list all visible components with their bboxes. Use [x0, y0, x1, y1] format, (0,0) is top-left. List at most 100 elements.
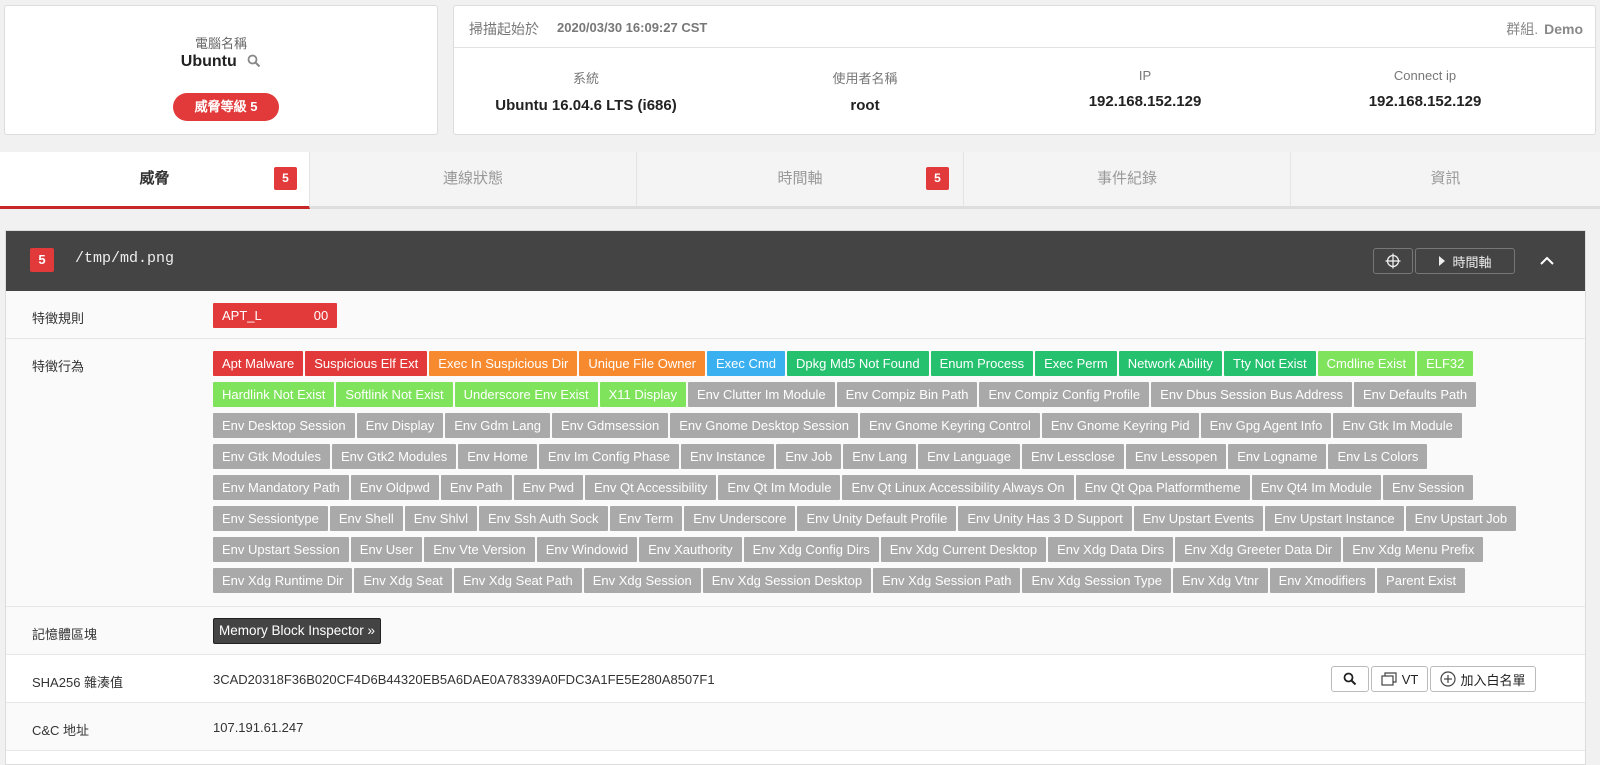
behavior-tag[interactable]: Env Shell: [329, 506, 403, 531]
behavior-tag[interactable]: Env Job: [776, 444, 842, 469]
behavior-tag[interactable]: Env Gtk Modules: [213, 444, 330, 469]
behavior-tag[interactable]: Hardlink Not Exist: [213, 382, 335, 407]
behavior-tag[interactable]: Env Unity Default Profile: [797, 506, 957, 531]
behavior-tag[interactable]: Env Xdg Greeter Data Dir: [1175, 537, 1342, 562]
behavior-tag[interactable]: Env Xauthority: [639, 537, 742, 562]
behavior-tag[interactable]: Env Term: [609, 506, 683, 531]
search-hash-button[interactable]: [1331, 666, 1369, 692]
tab-connections[interactable]: 連線狀態: [310, 152, 637, 206]
tab-event-log[interactable]: 事件紀錄: [964, 152, 1291, 206]
behavior-tag[interactable]: Env Xdg Data Dirs: [1048, 537, 1174, 562]
behavior-tag[interactable]: Env Pwd: [513, 475, 583, 500]
behavior-tag[interactable]: Unique File Owner: [579, 351, 706, 376]
behavior-tag[interactable]: Env Dbus Session Bus Address: [1151, 382, 1352, 407]
behavior-tag[interactable]: Env Qt Accessibility: [584, 475, 717, 500]
behavior-tag[interactable]: Env Im Config Phase: [538, 444, 680, 469]
collapse-button[interactable]: [1538, 253, 1556, 269]
behavior-tag[interactable]: Env Xdg Vtnr: [1173, 568, 1268, 593]
tab-info[interactable]: 資訊: [1291, 152, 1600, 206]
behavior-tag[interactable]: Exec In Suspicious Dir: [429, 351, 578, 376]
behavior-tag[interactable]: Env Compiz Config Profile: [979, 382, 1150, 407]
behavior-tag[interactable]: Env Xdg Seat Path: [453, 568, 582, 593]
behavior-tag[interactable]: Env Display: [356, 413, 444, 438]
behavior-tag[interactable]: Env Xdg Session Desktop: [702, 568, 872, 593]
behavior-tag[interactable]: Env Gnome Keyring Control: [860, 413, 1040, 438]
behavior-tag[interactable]: Env Xdg Session Path: [873, 568, 1021, 593]
behavior-tag[interactable]: Env Compiz Bin Path: [836, 382, 978, 407]
rule-tag[interactable]: APT_L 00: [213, 303, 339, 334]
add-whitelist-label: 加入白名單: [1460, 672, 1526, 688]
behavior-tag[interactable]: Env Gnome Desktop Session: [670, 413, 859, 438]
add-whitelist-button[interactable]: 加入白名單: [1430, 666, 1536, 692]
behavior-tag[interactable]: Dpkg Md5 Not Found: [786, 351, 929, 376]
behavior-tag[interactable]: Env Vte Version: [424, 537, 535, 562]
behavior-tag[interactable]: Parent Exist: [1377, 568, 1466, 593]
behavior-tag[interactable]: Env Lessclose: [1021, 444, 1124, 469]
virustotal-button[interactable]: VT: [1371, 666, 1428, 692]
behavior-tag[interactable]: Env Gtk Im Module: [1333, 413, 1462, 438]
behavior-tag[interactable]: Env Mandatory Path: [213, 475, 349, 500]
memory-block-inspector-button[interactable]: Memory Block Inspector »: [213, 618, 382, 644]
behavior-tag[interactable]: Env Lang: [843, 444, 917, 469]
behavior-tag[interactable]: Env Session: [1382, 475, 1474, 500]
behavior-tag[interactable]: Exec Perm: [1035, 351, 1117, 376]
behavior-tag[interactable]: Env Gdm Lang: [445, 413, 550, 438]
connect-ip-column: Connect ip 192.168.152.129: [1295, 68, 1555, 110]
behavior-tag[interactable]: Env Logname: [1228, 444, 1327, 469]
behavior-tag[interactable]: Env Language: [918, 444, 1020, 469]
behavior-tag[interactable]: Env Xdg Config Dirs: [743, 537, 879, 562]
behavior-tag[interactable]: Env Gdmsession: [551, 413, 669, 438]
behavior-tag[interactable]: Env Gpg Agent Info: [1200, 413, 1332, 438]
search-icon[interactable]: [247, 54, 261, 73]
behavior-tag[interactable]: Env Path: [440, 475, 512, 500]
timeline-button[interactable]: 時間軸: [1415, 248, 1515, 274]
behavior-tag[interactable]: Env Windowid: [536, 537, 638, 562]
behavior-tag[interactable]: Env Unity Has 3 D Support: [958, 506, 1132, 531]
behavior-tag[interactable]: Env Lessopen: [1125, 444, 1227, 469]
behavior-tag[interactable]: Softlink Not Exist: [336, 382, 453, 407]
behavior-tag[interactable]: Env User: [350, 537, 423, 562]
behavior-tag[interactable]: Env Shlvl: [404, 506, 477, 531]
behavior-tag[interactable]: Env Xmodifiers: [1269, 568, 1376, 593]
behavior-tag[interactable]: Env Xdg Runtime Dir: [213, 568, 353, 593]
behavior-tag[interactable]: Env Home: [458, 444, 537, 469]
tab-timeline[interactable]: 時間軸 5: [637, 152, 964, 206]
behavior-tag[interactable]: Env Qt4 Im Module: [1251, 475, 1381, 500]
behavior-tag[interactable]: Env Upstart Instance: [1264, 506, 1404, 531]
behavior-tag[interactable]: Env Ssh Auth Sock: [478, 506, 608, 531]
behavior-tag[interactable]: Apt Malware: [213, 351, 304, 376]
behavior-tag[interactable]: Env Oldpwd: [350, 475, 439, 500]
tab-event-log-label: 事件紀錄: [1096, 170, 1157, 187]
behavior-tag[interactable]: Env Xdg Session Type: [1022, 568, 1172, 593]
behavior-tag[interactable]: ELF32: [1417, 351, 1474, 376]
behavior-tag[interactable]: Env Qt Im Module: [718, 475, 841, 500]
behavior-tag[interactable]: Env Defaults Path: [1354, 382, 1477, 407]
behavior-tag[interactable]: Network Ability: [1118, 351, 1222, 376]
tab-threats[interactable]: 威脅 5: [0, 152, 310, 209]
behavior-tag[interactable]: Env Xdg Menu Prefix: [1343, 537, 1484, 562]
behavior-tag[interactable]: Env Gtk2 Modules: [332, 444, 457, 469]
behavior-tag[interactable]: Env Qt Linux Accessibility Always On: [842, 475, 1074, 500]
behavior-tag[interactable]: Enum Process: [930, 351, 1034, 376]
behavior-tag[interactable]: Tty Not Exist: [1223, 351, 1316, 376]
behavior-tag[interactable]: Env Instance: [681, 444, 775, 469]
behavior-tag[interactable]: Env Desktop Session: [213, 413, 355, 438]
behavior-tag[interactable]: Env Clutter Im Module: [687, 382, 835, 407]
behavior-tag[interactable]: Env Xdg Session: [583, 568, 701, 593]
behavior-tag[interactable]: Env Upstart Job: [1405, 506, 1517, 531]
behavior-tag[interactable]: Env Upstart Events: [1133, 506, 1263, 531]
behavior-tag[interactable]: X11 Display: [599, 382, 686, 407]
behavior-tag[interactable]: Env Xdg Seat: [354, 568, 452, 593]
behavior-tag[interactable]: Exec Cmd: [707, 351, 785, 376]
target-button[interactable]: [1373, 248, 1413, 274]
behavior-tag[interactable]: Env Xdg Current Desktop: [880, 537, 1047, 562]
behavior-tag[interactable]: Env Underscore: [684, 506, 796, 531]
behavior-tag[interactable]: Env Gnome Keyring Pid: [1041, 413, 1199, 438]
behavior-tag[interactable]: Suspicious Elf Ext: [305, 351, 428, 376]
behavior-tag[interactable]: Env Sessiontype: [213, 506, 328, 531]
behavior-tag[interactable]: Env Upstart Session: [213, 537, 349, 562]
behavior-tag[interactable]: Env Ls Colors: [1328, 444, 1428, 469]
behavior-tag[interactable]: Cmdline Exist: [1317, 351, 1416, 376]
behavior-tag[interactable]: Underscore Env Exist: [454, 382, 598, 407]
behavior-tag[interactable]: Env Qt Qpa Platformtheme: [1075, 475, 1250, 500]
